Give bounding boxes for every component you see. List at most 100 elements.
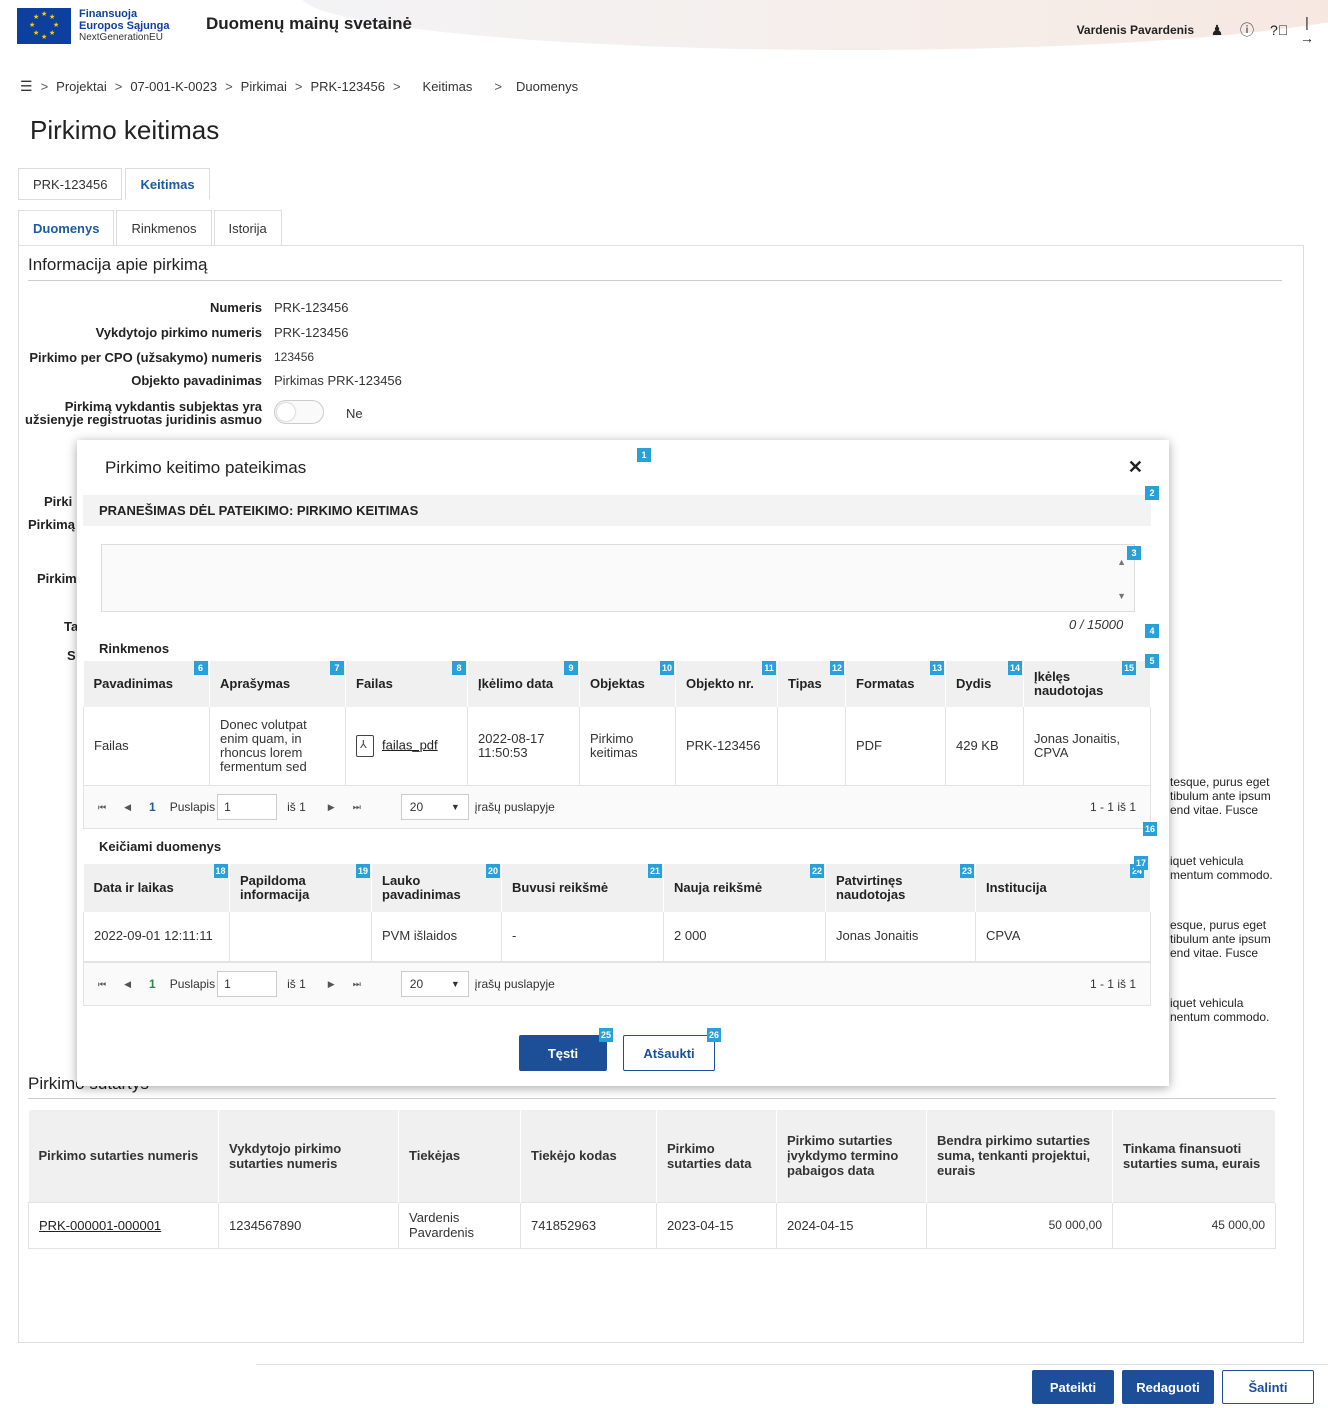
- prev-page-icon[interactable]: ◀: [124, 802, 131, 813]
- info-label: Pirkimo per CPO (užsakymo) numeris: [29, 350, 262, 365]
- column-header[interactable]: Tiekėjas: [398, 1110, 521, 1202]
- message-textarea[interactable]: ▲ ▼: [101, 544, 1135, 612]
- prev-page-icon[interactable]: ◀: [124, 979, 131, 990]
- info-icon[interactable]: ⓘ: [1240, 20, 1254, 40]
- foreign-entity-toggle[interactable]: [274, 400, 324, 424]
- first-page-icon[interactable]: ⏮: [98, 979, 106, 990]
- logo-line1: Finansuoja: [79, 8, 138, 20]
- partial-label: Pirkim: [37, 571, 77, 586]
- help-icon[interactable]: ?⃝: [1270, 22, 1288, 38]
- column-header[interactable]: Patvirtinęs naudotojas 23: [825, 864, 976, 912]
- tab-purchase[interactable]: PRK-123456: [18, 168, 123, 200]
- column-header[interactable]: Pirkimo sutarties įvykdymo termino pabai…: [776, 1110, 927, 1202]
- column-header[interactable]: Buvusi reikšmė 21: [501, 864, 664, 912]
- per-page-select[interactable]: 20: [400, 794, 469, 820]
- tab-data[interactable]: Duomenys: [18, 210, 115, 246]
- pager-summary: 1 - 1 iš 1: [1089, 977, 1136, 991]
- user-icon[interactable]: ♟: [1210, 22, 1224, 39]
- pager-summary: 1 - 1 iš 1: [1089, 800, 1136, 814]
- annotation-badge: 2: [1145, 486, 1159, 500]
- logo-line3: NextGenerationEU: [79, 32, 163, 43]
- tab-change[interactable]: Keitimas: [125, 168, 210, 200]
- changes-title: Keičiami duomenys: [99, 839, 222, 854]
- column-header[interactable]: Tipas 12: [777, 661, 846, 707]
- next-page-icon[interactable]: ▶: [328, 979, 335, 990]
- column-header[interactable]: Data ir laikas 18: [83, 864, 230, 912]
- annotation-badge: 12: [830, 661, 844, 675]
- eu-logo[interactable]: ★ ★ ★ ★ ★ ★ ★ ★ Finansuoja Europos Sąjunga Ne…: [17, 8, 169, 44]
- submit-button[interactable]: Pateikti: [1032, 1370, 1114, 1404]
- app-header: ★ ★ ★ ★ ★ ★ ★ ★ Finansuoja Europos Sąjunga Ne…: [0, 0, 1328, 50]
- current-page[interactable]: 1: [149, 800, 156, 814]
- breadcrumb-item-change[interactable]: Keitimas: [423, 79, 473, 94]
- column-header[interactable]: Failas 8: [345, 661, 468, 707]
- scroll-down-icon[interactable]: ▼: [1117, 591, 1126, 601]
- annotation-badge: 26: [707, 1028, 721, 1042]
- info-label: Pirkimą vykdantis subjektas yra užsienyj…: [25, 400, 262, 427]
- page-input[interactable]: 1: [217, 794, 278, 820]
- column-header[interactable]: Pirkimo sutarties numeris: [28, 1110, 219, 1202]
- user-area: Vardenis Pavardenis ♟ ⓘ ?⃝ |→: [1077, 14, 1314, 46]
- column-header[interactable]: Institucija 24 17: [975, 856, 1151, 912]
- column-header[interactable]: Aprašymas 7: [209, 661, 346, 707]
- column-header[interactable]: Tiekėjo kodas: [520, 1110, 657, 1202]
- files-pager: ⏮ ◀ 1 Puslapis 1 iš 1 ▶ ⏭ 20 įrašų pusla…: [83, 785, 1151, 829]
- column-header[interactable]: Įkėlęs naudotojas 15: [1023, 661, 1151, 707]
- page-input[interactable]: 1: [217, 971, 278, 997]
- partial-text: tesque, purus eget tibulum ante ipsum en…: [1170, 775, 1271, 817]
- table-header-row: Data ir laikas 18 Papildoma informacija 19…: [83, 856, 1151, 912]
- breadcrumb-item-purchase[interactable]: PRK-123456: [310, 79, 384, 94]
- per-page-select[interactable]: 20: [400, 971, 469, 997]
- partial-text: iquet vehicula nentum commodo.: [1170, 996, 1270, 1024]
- logout-icon[interactable]: |→: [1300, 14, 1314, 46]
- scroll-up-icon[interactable]: ▲: [1117, 557, 1126, 567]
- column-header[interactable]: Pirkimo sutarties data: [656, 1110, 777, 1202]
- column-header[interactable]: Bendra pirkimo sutarties suma, tenkanti …: [926, 1110, 1113, 1202]
- breadcrumb-item-purchases[interactable]: Pirkimai: [241, 79, 287, 94]
- delete-button[interactable]: Šalinti: [1222, 1370, 1314, 1404]
- annotation-badge: 17: [1134, 856, 1148, 870]
- table-header-row: Pirkimo sutarties numeris Vykdytojo pirk…: [28, 1110, 1276, 1202]
- contract-number-link[interactable]: PRK-000001-000001: [39, 1218, 161, 1233]
- column-header[interactable]: Pavadinimas 6: [83, 661, 210, 707]
- info-label: Numeris: [209, 300, 262, 315]
- divider: [28, 1098, 1276, 1099]
- column-header[interactable]: Vykdytojo pirkimo sutarties numeris: [218, 1110, 399, 1202]
- column-header[interactable]: Papildoma informacija 19: [229, 864, 372, 912]
- footer-divider: [256, 1364, 1328, 1365]
- table-row: PRK-000001-000001 1234567890 Vardenis Pa…: [28, 1201, 1276, 1249]
- file-download-link[interactable]: failas_pdf: [382, 737, 438, 752]
- column-header[interactable]: Objektas 10: [579, 661, 676, 707]
- annotation-badge: 14: [1008, 661, 1022, 675]
- table-cell: -: [501, 912, 664, 962]
- column-header[interactable]: Įkėlimo data 9: [467, 661, 580, 707]
- eu-flag-icon: ★ ★ ★ ★ ★ ★ ★ ★: [17, 8, 71, 44]
- notice-header: PRANEŠIMAS DĖL PATEIKIMO: PIRKIMO KEITIM…: [83, 495, 1151, 526]
- column-header[interactable]: Tinkama finansuoti sutarties suma, eurai…: [1112, 1110, 1276, 1202]
- column-header[interactable]: Formatas 13: [845, 661, 946, 707]
- next-page-icon[interactable]: ▶: [328, 802, 335, 813]
- column-header[interactable]: Objekto nr. 11: [675, 661, 778, 707]
- partial-label: S: [67, 648, 76, 663]
- breadcrumb-item-project[interactable]: 07-001-K-0023: [130, 79, 217, 94]
- menu-list-icon[interactable]: ☰: [20, 78, 33, 95]
- cancel-button[interactable]: Atšaukti: [623, 1035, 715, 1071]
- column-header[interactable]: Lauko pavadinimas 20: [371, 864, 502, 912]
- last-page-icon[interactable]: ⏭: [353, 802, 361, 813]
- user-name[interactable]: Vardenis Pavardenis: [1077, 23, 1194, 37]
- first-page-icon[interactable]: ⏮: [98, 802, 106, 813]
- dialog-actions: Tęsti Atšaukti: [519, 1035, 715, 1071]
- annotation-badge: 19: [356, 864, 370, 878]
- edit-button[interactable]: Redaguoti: [1122, 1370, 1214, 1404]
- column-header[interactable]: Dydis 14: [945, 661, 1024, 707]
- current-page[interactable]: 1: [149, 977, 156, 991]
- divider: [28, 280, 1282, 281]
- breadcrumb-item-projects[interactable]: Projektai: [56, 79, 107, 94]
- last-page-icon[interactable]: ⏭: [353, 979, 361, 990]
- continue-button[interactable]: Tęsti: [519, 1035, 607, 1071]
- column-header[interactable]: Nauja reikšmė 22: [663, 864, 826, 912]
- tab-files[interactable]: Rinkmenos: [116, 210, 212, 246]
- tab-history[interactable]: Istorija: [213, 210, 282, 246]
- dialog-title: Pirkimo keitimo pateikimas: [105, 458, 307, 477]
- close-icon[interactable]: ✕: [1128, 457, 1143, 478]
